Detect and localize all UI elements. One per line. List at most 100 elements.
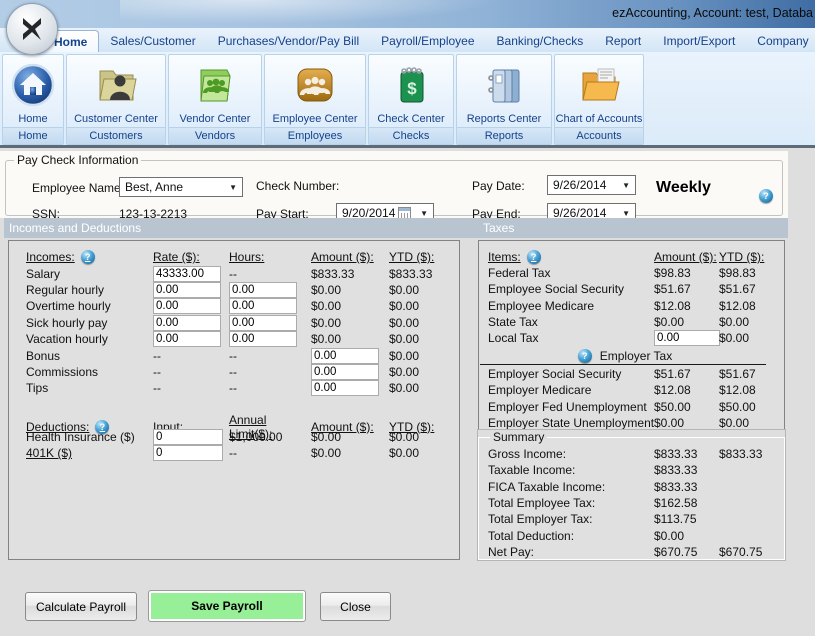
tab-sales-customer[interactable]: Sales/Customer [99,30,206,52]
summary-row-gross-income: Gross Income: $833.33 $833.33 [488,446,784,462]
ribbon-group-chart-of-accounts[interactable]: Chart of Accounts Accounts [554,54,644,145]
overtime-hourly-rate-input[interactable] [153,298,221,314]
ribbon-group-customer-center[interactable]: Customer Center Customers [66,54,166,145]
401k-input[interactable] [153,445,223,461]
chevron-down-icon: ▼ [415,209,433,218]
pay-frequency-label: Weekly [656,179,711,197]
tax-row-state: State Tax $0.00 $0.00 [488,314,784,330]
tab-import-export[interactable]: Import/Export [652,30,746,52]
summary-row-total-deduction: Total Deduction: $0.00 [488,527,784,543]
taxes-header-row: Items: Amount ($): YTD ($): [488,249,784,265]
help-globe-icon[interactable] [759,189,773,203]
local-tax-input[interactable] [654,330,720,346]
income-row-commissions: Commissions -- -- $0.00 [26,364,459,380]
vacation-hourly-rate-input[interactable] [153,331,221,347]
401k-link[interactable]: 401K ($) [26,446,153,460]
section-header-bar: Incomes and Deductions Taxes [4,218,788,238]
chevron-down-icon: ▼ [617,209,635,218]
incomes-section-header: Incomes and Deductions [9,221,141,235]
help-globe-icon[interactable] [578,349,592,363]
col-amount: Amount ($): [654,250,719,264]
check-center-icon: $ [369,55,453,113]
regular-hourly-hours-input[interactable] [229,282,297,298]
help-globe-icon[interactable] [527,250,541,264]
paycheck-info-fieldset: Pay Check Information Employee Name: Bes… [5,153,783,216]
col-rate: Rate ($): [153,250,229,264]
reports-center-icon [457,55,551,113]
sick-hourly-hours-input[interactable] [229,315,297,331]
ribbon-group-reports-center[interactable]: Reports Center Reports [456,54,552,145]
income-row-salary: Salary -- $833.33 $833.33 [26,265,459,281]
incomes-header-row: Incomes: Rate ($): Hours: Amount ($): YT… [26,249,459,265]
close-button[interactable]: Close [320,592,391,621]
summary-legend: Summary [490,430,547,444]
income-row-vacation-hourly: Vacation hourly $0.00 $0.00 [26,331,459,347]
income-row-regular-hourly: Regular hourly $0.00 $0.00 [26,282,459,298]
incomes-deductions-panel: Incomes: Rate ($): Hours: Amount ($): YT… [8,240,460,560]
help-globe-icon[interactable] [81,250,95,264]
tax-row-employer-social-security: Employer Social Security $51.67 $51.67 [488,366,784,382]
ribbon-group-check-center[interactable]: $ Check Center Checks [368,54,454,145]
tax-row-local: Local Tax $0.00 [488,330,784,346]
salary-rate-input[interactable] [153,266,221,282]
employee-name-select[interactable]: Best, Anne ▼ [119,177,243,197]
tab-banking-checks[interactable]: Banking/Checks [486,30,595,52]
vendor-center-icon [169,55,261,113]
tax-row-federal: Federal Tax $98.83 $98.83 [488,265,784,281]
col-hours: Hours: [229,250,311,264]
tax-row-employer-state-unemployment: Employer State Unemployment $0.00 $0.00 [488,415,784,431]
taxes-panel: Items: Amount ($): YTD ($): Federal Tax … [478,240,785,430]
col-ytd: YTD ($): [389,250,459,264]
tax-row-employer-medicare: Employer Medicare $12.08 $12.08 [488,382,784,398]
chevron-down-icon: ▼ [617,181,635,190]
calculate-payroll-button[interactable]: Calculate Payroll [25,592,137,621]
income-row-tips: Tips -- -- $0.00 [26,380,459,396]
paycheck-info-legend: Pay Check Information [14,153,141,167]
sick-hourly-rate-input[interactable] [153,315,221,331]
save-payroll-button[interactable]: Save Payroll [148,590,306,622]
tab-purchases-vendor-pay-bill[interactable]: Purchases/Vendor/Pay Bill [207,30,370,52]
income-row-sick-hourly: Sick hourly pay $0.00 $0.00 [26,315,459,331]
deduction-row-health-insurance: Health Insurance ($) $1,000.00 $0.00 $0.… [26,429,459,445]
commissions-amount-input[interactable] [311,364,379,380]
tab-company[interactable]: Company [746,30,815,52]
titlebar: ezAccounting, Account: test, Databa [0,0,815,28]
bonus-amount-input[interactable] [311,348,379,364]
employer-tax-title: Employer Tax [600,349,672,363]
tips-amount-input[interactable] [311,380,379,396]
chevron-down-icon: ▼ [224,183,242,192]
home-icon [3,55,63,113]
overtime-hourly-hours-input[interactable] [229,298,297,314]
deductions-header-row: Deductions: Input: Annual Limit($): Amou… [26,413,459,429]
tax-row-employer-fed-unemployment: Employer Fed Unemployment $50.00 $50.00 [488,399,784,415]
ez-logo-icon [15,12,49,46]
chart-of-accounts-icon [555,55,643,113]
taxes-items-title: Items: [488,250,521,264]
ribbon-group-vendor-center[interactable]: Vendor Center Vendors [168,54,262,145]
health-insurance-input[interactable] [153,429,223,445]
vacation-hourly-hours-input[interactable] [229,331,297,347]
tax-row-employee-social-security: Employee Social Security $51.67 $51.67 [488,281,784,297]
employee-name-label: Employee Name: [32,181,124,195]
summary-row-total-employee-tax: Total Employee Tax: $162.58 [488,495,784,511]
summary-row-net-pay: Net Pay: $670.75 $670.75 [488,544,784,560]
ribbon-group-home[interactable]: Home Home [2,54,64,145]
col-amount: Amount ($): [311,250,389,264]
regular-hourly-rate-input[interactable] [153,282,221,298]
tab-payroll-employee[interactable]: Payroll/Employee [370,30,485,52]
summary-row-total-employer-tax: Total Employer Tax: $113.75 [488,511,784,527]
ribbon-group-employee-center[interactable]: Employee Center Employees [264,54,366,145]
tab-report[interactable]: Report [594,30,652,52]
taxes-section-header: Taxes [483,221,514,235]
summary-row-fica-taxable-income: FICA Taxable Income: $833.33 [488,479,784,495]
ribbon-toolbar: Home Home Customer Center Customers Vend… [0,52,815,148]
incomes-title: Incomes: [26,250,75,264]
pay-date-select[interactable]: 9/26/2014 ▼ [547,175,636,195]
customer-center-icon [67,55,165,113]
svg-text:$: $ [407,79,417,98]
tax-row-employee-medicare: Employee Medicare $12.08 $12.08 [488,298,784,314]
income-row-bonus: Bonus -- -- $0.00 [26,347,459,363]
app-logo-button[interactable] [6,3,58,55]
window-title: ezAccounting, Account: test, Databa [612,6,813,20]
check-number-label: Check Number: [256,179,339,193]
